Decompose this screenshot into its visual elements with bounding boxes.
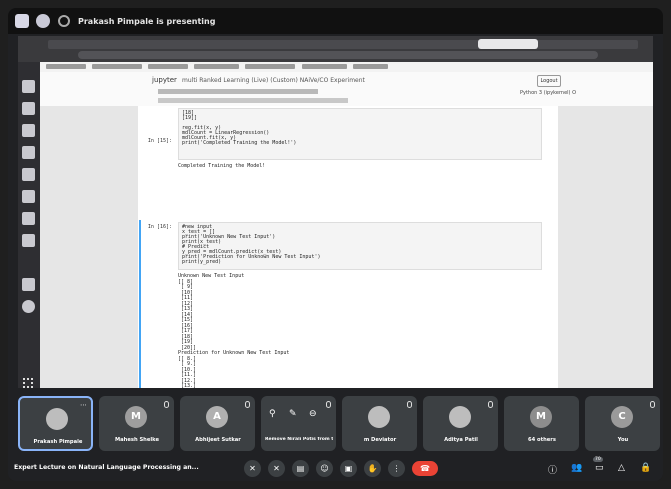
cell-prompt: In [16]: (147, 224, 172, 230)
remove-icon[interactable]: ⊖ (309, 409, 317, 419)
participant-tile-hover[interactable]: ⚲ ✎ ⊖ Remove Nirali Potis from the call (261, 396, 336, 451)
info-icon[interactable]: ⓘ (548, 463, 557, 476)
lock-icon[interactable]: 🔒 (640, 463, 651, 473)
bookmark (92, 64, 142, 69)
mic-off-icon (650, 401, 655, 408)
disc-icon (22, 300, 35, 313)
mic-off-icon (245, 401, 250, 408)
editor-icon (22, 102, 35, 115)
presenting-icon (58, 15, 70, 27)
cell-prompt: In [15]: (147, 138, 172, 144)
end-call-button[interactable]: ☎ (412, 461, 438, 476)
pin-icon[interactable]: ⚲ (269, 409, 276, 419)
kernel-indicator: Python 3 (ipykernel) O (520, 90, 577, 96)
participant-tile[interactable]: Aditya Patil (423, 396, 498, 451)
avatar: M (125, 406, 147, 428)
bookmark (245, 64, 295, 69)
more-options-icon[interactable]: ⋮ (388, 460, 405, 477)
avatar (449, 406, 471, 428)
selected-cell-marker (139, 220, 141, 388)
jupyter-logo: jupyter (152, 76, 177, 84)
present-icon[interactable]: ▣ (340, 460, 357, 477)
participant-name: You (617, 437, 629, 443)
participant-tile[interactable]: M 64 others (504, 396, 579, 451)
participant-name: Mahesh Shelke (114, 437, 159, 443)
chat-icon[interactable]: ▭ (595, 463, 604, 473)
record-icon (36, 14, 50, 28)
notebook-area: In [15]: [18] [19]] reg.fit(x, y) mdlCou… (40, 106, 653, 388)
address-bar (78, 51, 598, 59)
meeting-controls: Expert Lecture on Natural Language Proce… (8, 456, 663, 481)
participant-name: Aditya Patil (444, 437, 478, 443)
bookmark (353, 64, 388, 69)
logout-button[interactable]: Logout (537, 75, 561, 87)
meet-window: Prakash Pimpale is presenting jupyter mu… (8, 8, 663, 481)
participant-name: m Deviator (363, 437, 397, 443)
settings-icon (22, 190, 35, 203)
avatar: A (206, 406, 228, 428)
participant-name: Abhijeet Sutkar (195, 437, 241, 443)
mic-icon[interactable]: ✕ (244, 460, 261, 477)
captions-icon[interactable]: ▤ (292, 460, 309, 477)
avatar: C (611, 406, 633, 428)
apps-grid-icon (23, 378, 33, 388)
mute-icon[interactable]: ✎ (289, 409, 297, 419)
participant-name: 64 others (528, 437, 556, 443)
cell-code[interactable]: [18] [19]] reg.fit(x, y) mdlCount = Line… (178, 108, 542, 160)
avatar (368, 406, 390, 428)
jupyter-header: jupyter multi Ranked Learning (Live) (Cu… (40, 72, 653, 107)
notebook-title[interactable]: multi Ranked Learning (Live) (Custom) NA… (182, 77, 365, 84)
people-icon[interactable]: 👥 (571, 463, 582, 473)
mic-off-icon (326, 401, 331, 408)
participant-tile[interactable]: C You (585, 396, 660, 451)
cell-output: Unknown New Test Input [[ 8] [ 9] [10] [… (178, 273, 290, 388)
avatar (46, 408, 68, 430)
notebook-toolbar[interactable] (158, 98, 348, 103)
participant-name: Prakash Pimpale (33, 439, 83, 445)
notebook-page: In [15]: [18] [19]] reg.fit(x, y) mdlCou… (138, 106, 558, 388)
presenter-bar: Prakash Pimpale is presenting (8, 8, 663, 34)
shield-icon (22, 212, 35, 225)
bookmark (148, 64, 188, 69)
mic-off-icon (407, 401, 412, 408)
mic-off-icon (488, 401, 493, 408)
browser-tabs (48, 40, 638, 49)
emoji-icon[interactable]: ☺ (316, 460, 333, 477)
image-icon (22, 168, 35, 181)
files-icon (22, 124, 35, 137)
os-dock (18, 62, 40, 388)
mic-off-icon (164, 401, 169, 408)
camera-icon[interactable]: ✕ (268, 460, 285, 477)
meet-app-icon[interactable] (15, 14, 29, 28)
cell-code[interactable]: #new input x_test = [] print('Unknown Ne… (178, 222, 542, 270)
more-options-icon[interactable]: ⋯ (80, 401, 87, 409)
document-icon (22, 278, 35, 291)
people-count-badge: 70 (593, 457, 603, 462)
bookmark (302, 64, 347, 69)
activities-icon[interactable]: △ (618, 463, 625, 473)
bookmark (46, 64, 86, 69)
photos-icon (22, 234, 35, 247)
terminal-icon (22, 146, 35, 159)
shared-screen: jupyter multi Ranked Learning (Live) (Cu… (18, 36, 653, 388)
browser-chrome (18, 36, 653, 62)
presenting-text: Prakash Pimpale is presenting (78, 16, 216, 26)
remove-tooltip: Remove Nirali Potis from the call (265, 437, 333, 442)
active-browser-tab (478, 39, 538, 49)
bookmark (194, 64, 239, 69)
meeting-title: Expert Lecture on Natural Language Proce… (14, 464, 199, 471)
notebook-menubar[interactable] (158, 89, 318, 94)
cell-output: Completed Training the Model! (178, 163, 266, 169)
chrome-icon (22, 80, 35, 93)
avatar: M (530, 406, 552, 428)
participant-tile[interactable]: M Mahesh Shelke (99, 396, 174, 451)
participant-tile[interactable]: A Abhijeet Sutkar (180, 396, 255, 451)
raise-hand-icon[interactable]: ✋ (364, 460, 381, 477)
participant-tile[interactable]: m Deviator (342, 396, 417, 451)
participant-tile[interactable]: ⋯ Prakash Pimpale (18, 396, 93, 451)
